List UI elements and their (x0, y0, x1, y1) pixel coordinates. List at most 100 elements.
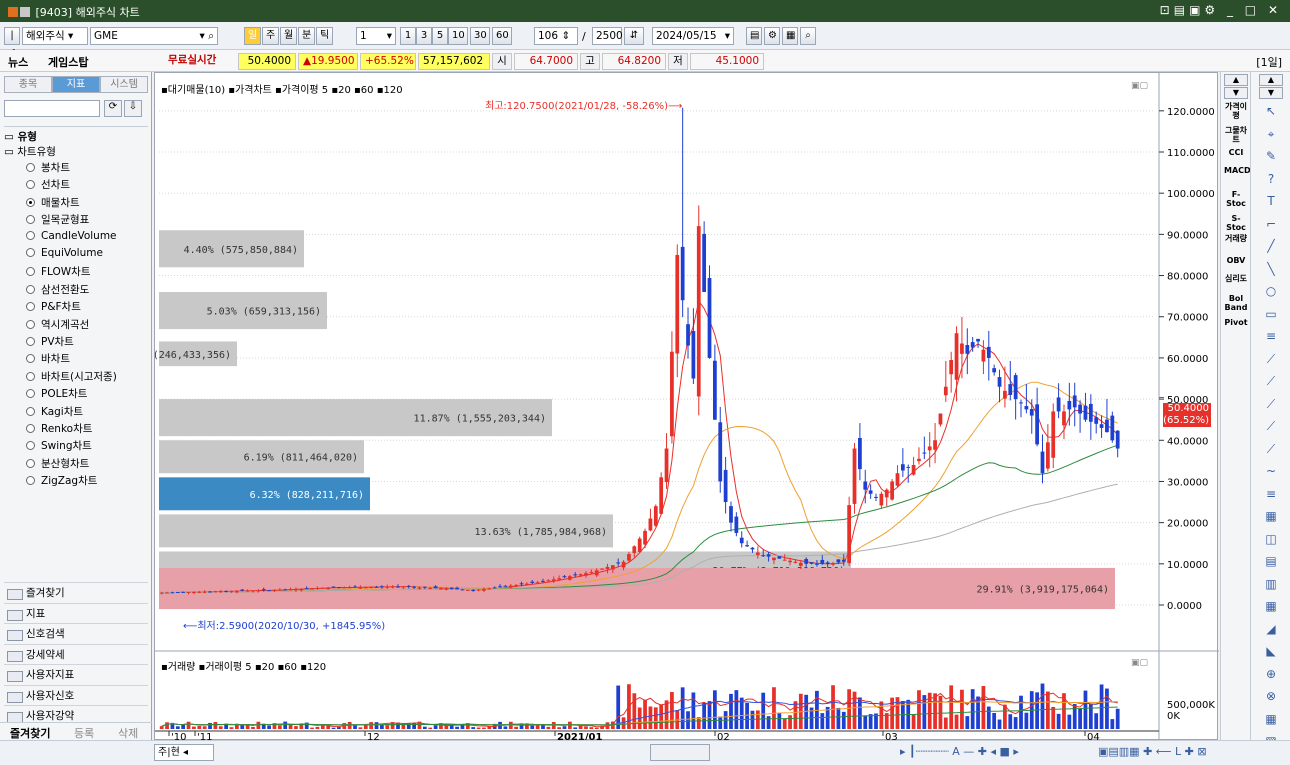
pane-max-icon[interactable]: ▣▢ (1131, 81, 1148, 91)
chart-type-option[interactable]: CandleVolume (26, 230, 117, 242)
folder-item[interactable]: 사용자신호 (4, 684, 148, 705)
indicator-button[interactable]: 거래량 (1224, 234, 1248, 243)
zoom-icon[interactable]: ⌕ (800, 27, 816, 45)
indicator-button[interactable]: MACD (1224, 166, 1251, 175)
chart-type-option[interactable]: PV차트 (26, 334, 74, 349)
tab-indicator[interactable]: 지표 (52, 76, 100, 93)
date-input[interactable]: 2024/05/15 ▾ (652, 27, 734, 45)
symbol-input[interactable]: GME ▾ ⌕ (90, 27, 218, 45)
interval-button[interactable]: 5 (432, 27, 448, 45)
indicator-button[interactable]: S-Stoc (1224, 214, 1248, 232)
download-icon[interactable]: ⇩ (124, 100, 142, 117)
news-tab[interactable]: 뉴스 (8, 54, 28, 70)
drawing-tool-icon[interactable]: ▦ (1261, 507, 1281, 525)
count-input[interactable]: 106 ⇕ (534, 27, 578, 45)
drawing-tool-icon[interactable]: ↖ (1261, 102, 1281, 120)
drawing-tool-icon[interactable]: ⌖ (1261, 125, 1281, 143)
interval-button[interactable]: 10 (448, 27, 468, 45)
folder-item[interactable]: 강세약세 (4, 643, 148, 664)
chart-type-option[interactable]: 봉차트 (26, 160, 70, 175)
drawing-tool-icon[interactable]: ╲ (1261, 260, 1281, 278)
drawing-tool-icon[interactable]: ▤ (1261, 552, 1281, 570)
first-icon[interactable]: |◂ (4, 27, 20, 57)
settings-icon[interactable]: ⚙ (764, 27, 780, 45)
search-input[interactable] (4, 100, 100, 117)
drawing-tool-icon[interactable]: ○ (1261, 282, 1281, 300)
folder-item[interactable]: 즐겨찾기 (4, 582, 148, 602)
chart-type-option[interactable]: 선차트 (26, 177, 70, 192)
drawing-tool-icon[interactable]: ⊕ (1261, 665, 1281, 683)
chart-type-option[interactable]: 역시계곡선 (26, 317, 89, 332)
view-controls[interactable]: ▣▤▥▦ ✚ ⟵ L ✚ ⊠ (1098, 745, 1207, 758)
period-button[interactable]: 분 (298, 27, 315, 45)
drawing-tool-icon[interactable]: ⟋ (1261, 395, 1281, 413)
drawing-tool-icon[interactable]: ≡ (1261, 327, 1281, 345)
indicator-button[interactable]: Bol Band (1224, 294, 1248, 312)
chart-type-option[interactable]: 분산형차트 (26, 456, 89, 471)
indicator-button[interactable]: Pivot (1224, 318, 1248, 327)
chart-type-option[interactable]: ZigZag차트 (26, 473, 97, 488)
interval-button[interactable]: 30 (470, 27, 490, 45)
total-input[interactable]: 2500 (592, 27, 623, 45)
refresh-icon[interactable]: ⟳ (104, 100, 122, 117)
drawing-tool-icon[interactable]: ✎ (1261, 147, 1281, 165)
drawing-tool-icon[interactable]: ⟋ (1261, 440, 1281, 458)
folder-item[interactable]: 신호검색 (4, 623, 148, 643)
indicator-button[interactable]: OBV (1224, 256, 1248, 265)
chart-type-option[interactable]: 일목균형표 (26, 212, 89, 227)
chart-canvas[interactable]: 120.0000 110.0000 100.0000 90.0000 80.0000 70… (155, 73, 1219, 741)
chart-type-option[interactable]: 바차트(시고저종) (26, 369, 117, 384)
chart-type-option[interactable]: 삼선전환도 (26, 282, 89, 297)
tools-down-icon[interactable]: ▼ (1259, 87, 1283, 99)
interval-button[interactable]: 3 (416, 27, 432, 45)
window-controls[interactable]: ⊡▤▣⚙ _ □ ✕ (1160, 3, 1282, 17)
interval-button[interactable]: 60 (492, 27, 512, 45)
drawing-tool-icon[interactable]: ◫ (1261, 530, 1281, 548)
chart-area[interactable]: 120.0000 110.0000 100.0000 90.0000 80.0000 70… (154, 72, 1219, 741)
indicator-button[interactable]: F-Stoc (1224, 190, 1248, 208)
drawing-tool-icon[interactable]: ◢ (1261, 620, 1281, 638)
drawing-tool-icon[interactable]: ≡ (1261, 485, 1281, 503)
drawing-tool-icon[interactable]: ⟋ (1261, 372, 1281, 390)
indicator-button[interactable]: CCI (1224, 148, 1248, 157)
vol-pane-max-icon[interactable]: ▣▢ (1131, 658, 1148, 668)
drawing-tool-icon[interactable]: ~ (1261, 462, 1281, 480)
scroll-up-icon[interactable]: ▲ (1224, 74, 1248, 86)
chart-type-option[interactable]: FLOW차트 (26, 264, 90, 279)
folder-item[interactable]: 지표 (4, 602, 148, 623)
footer-mode[interactable]: 주|현 ◂ (154, 744, 214, 761)
horizontal-scroll[interactable] (650, 744, 710, 761)
drawing-tool-icon[interactable]: ▥ (1261, 575, 1281, 593)
interval-button[interactable]: 1 (400, 27, 416, 45)
save-icon[interactable]: ▦ (782, 27, 798, 45)
drawing-tool-icon[interactable]: ⌐ (1261, 215, 1281, 233)
drawing-tool-icon[interactable]: ⟋ (1261, 350, 1281, 368)
chart-type-option[interactable]: Renko차트 (26, 421, 92, 436)
footer-tab-favorites[interactable]: 즐겨찾기 (10, 725, 50, 741)
folder-item[interactable]: 사용자지표 (4, 664, 148, 684)
interval-input[interactable]: 1 ▾ (356, 27, 396, 45)
drawing-tool-icon[interactable]: ╱ (1261, 237, 1281, 255)
footer-tab-delete[interactable]: 삭제 (118, 725, 138, 741)
chart-type-option[interactable]: P&F차트 (26, 299, 81, 314)
drawing-tool-icon[interactable]: ? (1261, 170, 1281, 188)
period-button[interactable]: 틱 (316, 27, 333, 45)
indicator-button[interactable]: 그물차트 (1224, 126, 1248, 144)
reset-icon[interactable]: ⇵ (624, 27, 644, 45)
drawing-tool-icon[interactable]: ▦ (1261, 710, 1281, 728)
drawing-tool-icon[interactable]: ⊗ (1261, 687, 1281, 705)
period-button[interactable]: 일 (244, 27, 261, 45)
chart-type-option[interactable]: POLE차트 (26, 386, 87, 401)
indicator-button[interactable]: 심리도 (1224, 274, 1248, 283)
drawing-tool-icon[interactable]: T (1261, 192, 1281, 210)
indicator-button[interactable]: 가격이평 (1224, 102, 1248, 120)
drawing-tool-icon[interactable]: ⟋ (1261, 417, 1281, 435)
tab-system[interactable]: 시스템 (100, 76, 148, 93)
chart-type-option[interactable]: 매물차트 (26, 195, 80, 210)
chart-type-option[interactable]: 바차트 (26, 351, 70, 366)
tools-up-icon[interactable]: ▲ (1259, 74, 1283, 86)
drawing-tool-icon[interactable]: ▦ (1261, 597, 1281, 615)
print-icon[interactable]: ▤ (746, 27, 762, 45)
section-type[interactable]: ▭ 유형 (4, 126, 148, 144)
chart-type-option[interactable]: Kagi차트 (26, 404, 83, 419)
